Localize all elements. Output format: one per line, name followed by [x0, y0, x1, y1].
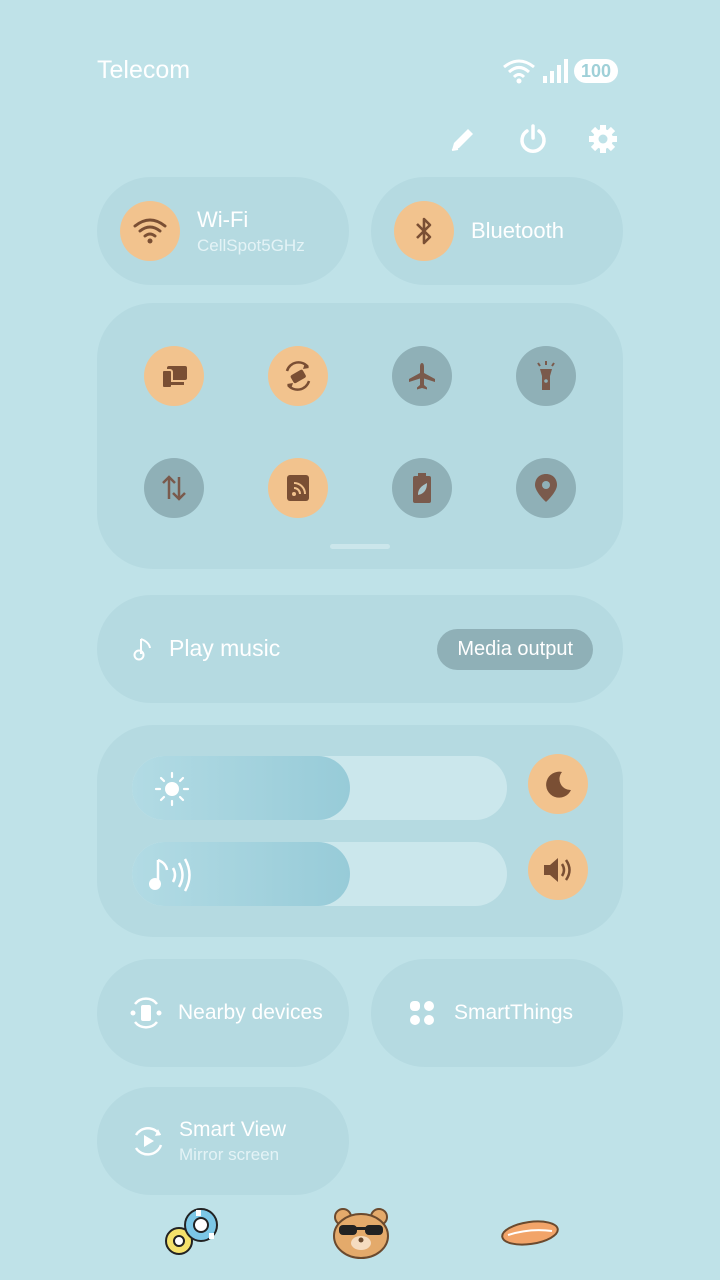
- bluetooth-label: Bluetooth: [471, 218, 564, 243]
- brightness-slider[interactable]: [132, 756, 507, 820]
- airplane-icon[interactable]: [392, 346, 452, 406]
- status-indicators: 100: [502, 58, 618, 84]
- carrier-name: Telecom: [97, 56, 191, 84]
- media-panel: Play music Media output: [97, 595, 623, 703]
- smartthings-tile[interactable]: SmartThings: [371, 959, 623, 1067]
- smartthings-label: SmartThings: [454, 1001, 574, 1024]
- bear-sticker-icon: [333, 1208, 389, 1259]
- nearby-devices-label: Nearby devices: [178, 1001, 323, 1024]
- moon-icon: [546, 771, 571, 798]
- bluetooth-icon: [394, 201, 454, 261]
- smart-view-icon: [134, 1126, 163, 1156]
- swim-ring-icon: [165, 1208, 218, 1255]
- smart-view-label: Smart View: [179, 1117, 286, 1141]
- settings-icon[interactable]: [586, 122, 620, 156]
- nfc-icon[interactable]: [268, 458, 328, 518]
- bluetooth-tile[interactable]: Bluetooth: [371, 177, 623, 285]
- pencil-icon[interactable]: [446, 122, 480, 156]
- battery-badge: 100: [573, 59, 618, 83]
- sound-icon: [149, 858, 191, 892]
- smart-view-tile[interactable]: Smart View Mirror screen: [97, 1087, 349, 1195]
- nearby-devices-tile[interactable]: Nearby devices: [97, 959, 349, 1067]
- sun-icon: [154, 771, 190, 807]
- mobile-data-icon[interactable]: [144, 458, 204, 518]
- smart-view-sub: Mirror screen: [179, 1144, 280, 1164]
- screen-share-icon[interactable]: [144, 346, 204, 406]
- night-mode-button[interactable]: [528, 754, 588, 814]
- sliders-panel: [97, 725, 623, 937]
- media-output-button[interactable]: Media output: [437, 629, 593, 670]
- top-actions: [446, 122, 620, 156]
- surfboard-icon: [501, 1220, 559, 1246]
- smartthings-icon: [410, 1001, 434, 1025]
- wifi-tile[interactable]: Wi-Fi CellSpot5GHz: [97, 177, 349, 285]
- wifi-icon: [120, 201, 180, 261]
- wifi-label: Wi-Fi: [197, 206, 249, 232]
- nearby-devices-icon: [130, 997, 162, 1029]
- music-note-icon: [133, 638, 151, 661]
- auto-rotate-icon[interactable]: [268, 346, 328, 406]
- power-saving-icon[interactable]: [392, 458, 452, 518]
- speaker-icon: [544, 858, 571, 882]
- quick-toggles-panel: [97, 303, 623, 569]
- cell-signal-icon: [542, 59, 568, 83]
- flashlight-icon[interactable]: [516, 346, 576, 406]
- panel-drag-handle[interactable]: [330, 544, 390, 549]
- wifi-signal-icon: [503, 59, 535, 84]
- volume-slider[interactable]: [132, 842, 507, 906]
- location-icon[interactable]: [516, 458, 576, 518]
- power-icon[interactable]: [516, 122, 550, 156]
- wifi-network: CellSpot5GHz: [197, 235, 305, 255]
- volume-settings-button[interactable]: [528, 840, 588, 900]
- play-music-label[interactable]: Play music: [169, 635, 280, 662]
